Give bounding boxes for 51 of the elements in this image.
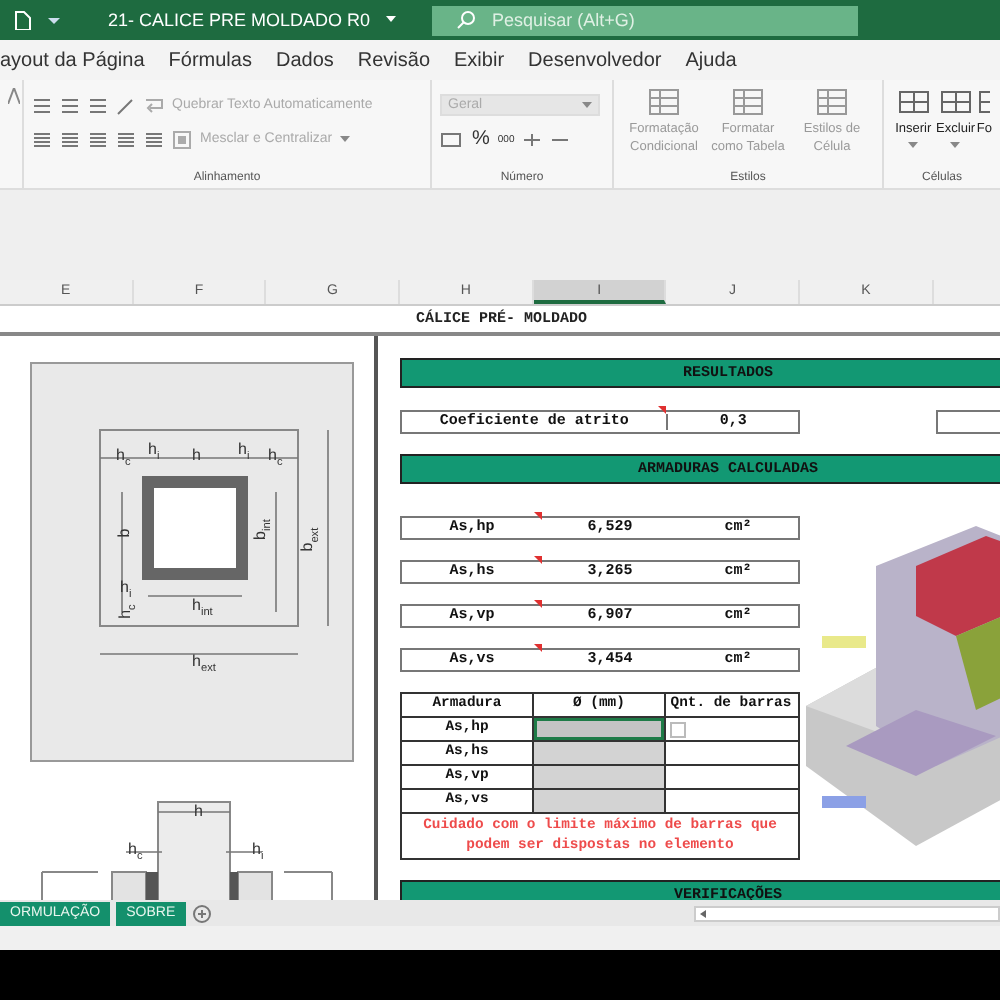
horizontal-align-icon[interactable] xyxy=(116,129,136,149)
add-sheet-icon[interactable] xyxy=(191,903,212,923)
menu-tab[interactable]: Exibir xyxy=(454,49,505,71)
diameter-cell[interactable] xyxy=(534,790,666,812)
wrap-text-icon[interactable] xyxy=(144,95,164,115)
caret-icon[interactable] xyxy=(950,142,961,150)
vertical-align-icon[interactable] xyxy=(32,95,52,115)
dimension-label: h$_{i}$ xyxy=(252,840,264,864)
horizontal-align-icon[interactable] xyxy=(60,129,80,149)
dimension-label: h$_{c}$ xyxy=(268,446,283,470)
merge-cells-icon[interactable] xyxy=(172,129,192,149)
search-icon[interactable] xyxy=(456,10,477,30)
cells-icon[interactable] xyxy=(939,88,972,116)
horizontal-scrollbar[interactable] xyxy=(694,905,1000,921)
file-icon[interactable] xyxy=(12,10,32,30)
menu-tab[interactable]: Dados xyxy=(275,49,334,71)
cells-icon[interactable] xyxy=(897,88,930,116)
caret-icon[interactable] xyxy=(386,16,397,24)
dimension-label: h xyxy=(192,446,201,464)
horizontal-align-icon[interactable] xyxy=(144,129,164,149)
vertical-align-icon[interactable] xyxy=(60,95,80,115)
dimension-label: b xyxy=(115,528,134,538)
vertical-align-icon[interactable] xyxy=(88,95,108,115)
menu-tab[interactable]: Fórmulas xyxy=(168,49,252,71)
dimension-label: h xyxy=(194,802,203,820)
menu-tab[interactable]: ayout da Página xyxy=(0,49,145,71)
menu-tab[interactable]: Desenvolvedor xyxy=(528,49,662,71)
dimension-label: h$_{i}$ xyxy=(148,440,160,464)
customize-caret-icon[interactable] xyxy=(48,14,60,26)
text-orientation-icon[interactable] xyxy=(116,95,136,115)
file-name[interactable]: 21- CALICE PRE MOLDADO R0 xyxy=(108,10,371,30)
diameter-cell[interactable] xyxy=(534,766,666,788)
diameter-cell[interactable] xyxy=(534,718,666,740)
menu-tab[interactable]: Revisão xyxy=(357,49,431,71)
dimension-label: h$_{c}$ xyxy=(128,840,143,864)
dimension-label: h$_{ext}$ xyxy=(192,652,216,676)
diameter-cell[interactable] xyxy=(534,742,666,764)
caret-icon[interactable] xyxy=(340,135,351,143)
empty-cell xyxy=(936,410,1000,434)
dimension-label: h$_{int}$ xyxy=(192,596,213,620)
cells-icon[interactable] xyxy=(978,88,991,116)
horizontal-align-icon[interactable] xyxy=(88,129,108,149)
horizontal-align-icon[interactable] xyxy=(32,129,52,149)
font-size-icon[interactable] xyxy=(8,88,20,104)
caret-icon[interactable] xyxy=(908,142,919,150)
scroll-left-icon[interactable] xyxy=(696,907,712,919)
percent-button[interactable]: % xyxy=(472,128,490,150)
dimension-label: h$_{c}$ xyxy=(116,446,131,470)
dimension-label: h$_{i}$ xyxy=(120,578,132,602)
menu-tab[interactable]: Ajuda xyxy=(685,49,737,71)
dimension-label: h$_{i}$ xyxy=(238,440,250,464)
